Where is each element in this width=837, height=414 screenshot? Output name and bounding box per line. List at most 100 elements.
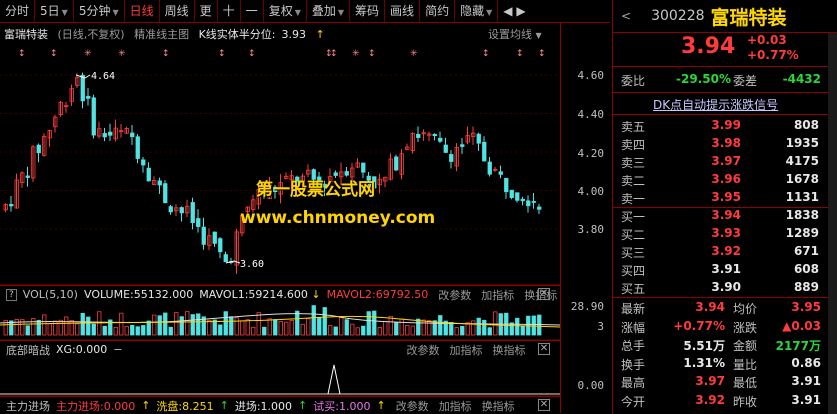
order-level-label: 买四 xyxy=(621,264,646,278)
signal-marker-icon: ↕ xyxy=(50,49,58,59)
volume-bar xyxy=(91,323,96,336)
volume-bar xyxy=(119,312,124,336)
switch-indicator-button[interactable]: 换指标 xyxy=(492,342,525,358)
toolbar-button[interactable]: 一 xyxy=(241,0,264,22)
change-param-button[interactable]: 改参数 xyxy=(406,342,439,358)
volume-bar xyxy=(388,315,393,336)
toolbar-button-label: 筹码 xyxy=(355,4,380,18)
bid-row[interactable]: 买二 3.93 1289 xyxy=(613,226,837,244)
volume-bar xyxy=(262,326,267,336)
stat-label: 涨跌 xyxy=(733,320,758,335)
toolbar-button-label: 十 xyxy=(222,4,235,18)
volume-bar xyxy=(333,326,338,336)
close-icon[interactable]: ✕ xyxy=(538,288,550,300)
volume-bar xyxy=(9,320,14,336)
mainforce-entry-value: 主力进场:0.000 xyxy=(56,399,136,413)
ask-row[interactable]: 卖四 3.98 1935 xyxy=(613,136,837,154)
volume-bar xyxy=(295,310,300,336)
volume-bar xyxy=(234,317,239,336)
add-indicator-button[interactable]: 加指标 xyxy=(439,398,472,414)
ask-row[interactable]: 卖三 3.97 4175 xyxy=(613,154,837,172)
candle-body xyxy=(223,254,228,263)
stat-row: 最高 3.97 最低 3.91 xyxy=(613,374,837,391)
stat-row: 今开 3.92 昨收 3.91 xyxy=(613,393,837,410)
stat-label: 金额 xyxy=(733,339,758,353)
axis-tick-volume: 28.90 xyxy=(570,300,604,313)
vol-volume: VOLUME:55132.000 xyxy=(84,288,193,301)
candle-body xyxy=(449,154,454,162)
candle-body xyxy=(498,171,503,175)
volume-bar xyxy=(449,322,454,336)
ask-row[interactable]: 卖二 3.96 1678 xyxy=(613,172,837,190)
bid-row[interactable]: 买四 3.91 608 xyxy=(613,262,837,280)
volume-bar xyxy=(223,311,228,336)
toolbar-button[interactable]: 隐藏 ▼ xyxy=(455,0,499,22)
switch-indicator-button[interactable]: 换指标 xyxy=(482,398,515,414)
ask-row[interactable]: 卖一 3.95 1131 xyxy=(613,190,837,208)
chevron-down-icon: ▼ xyxy=(337,8,345,17)
chevron-down-icon: ▼ xyxy=(61,8,68,17)
volume-bar xyxy=(289,319,294,336)
add-indicator-button[interactable]: 加指标 xyxy=(481,287,514,303)
toolbar-button[interactable]: 叠加 ▼ xyxy=(307,0,351,22)
change-param-button[interactable]: 改参数 xyxy=(396,398,429,414)
bid-row[interactable]: 买一 3.94 1838 xyxy=(613,208,837,226)
chevron-left-icon[interactable]: < xyxy=(621,9,631,23)
toolbar-button[interactable]: 日线 xyxy=(125,0,160,22)
volume-bar xyxy=(25,325,30,336)
toolbar-button[interactable]: 周线 xyxy=(160,0,195,22)
dash-icon: − xyxy=(113,343,123,356)
close-icon[interactable]: ✕ xyxy=(538,399,550,411)
signal-panel-header: 底部暗战 XG:0.000 − 改参数 加指标 换指标 ✕ xyxy=(0,340,560,358)
toolbar-button[interactable]: 5日 ▼ xyxy=(35,0,74,22)
weicha-label: 委差 xyxy=(733,74,758,88)
volume-bar xyxy=(141,325,146,336)
volume-bar xyxy=(113,326,118,336)
volume-bar xyxy=(47,323,52,336)
vol-mavol2-label: MAVOL2: xyxy=(326,288,376,301)
help-icon[interactable]: ? xyxy=(6,288,17,301)
scrollbar[interactable] xyxy=(828,33,837,414)
toolbar-button-label: 更 xyxy=(199,4,212,18)
chevron-left-icon[interactable]: ◀ xyxy=(503,4,512,18)
order-price: 3.95 xyxy=(711,190,741,204)
volume-bar xyxy=(421,319,426,336)
candle-body xyxy=(537,206,542,210)
close-icon[interactable]: ✕ xyxy=(538,343,550,355)
volume-bar xyxy=(300,323,305,336)
chevron-right-icon[interactable]: ▶ xyxy=(516,4,525,18)
order-price: 3.97 xyxy=(711,154,741,168)
signal-marker-icon: ↕ xyxy=(368,49,376,59)
toolbar-button[interactable]: 简约 xyxy=(420,0,456,22)
volume-bar xyxy=(36,319,41,336)
candle-body xyxy=(509,189,514,198)
signal-link[interactable]: DK点自动提示涨跌信号 xyxy=(653,96,778,113)
signal-spike xyxy=(327,364,341,395)
candle-body xyxy=(394,156,399,171)
volume-bar xyxy=(75,323,80,336)
toolbar-button[interactable]: 十 xyxy=(218,0,241,22)
volume-bar xyxy=(394,321,399,336)
candle-body xyxy=(163,183,168,204)
toolbar-button[interactable]: 分时 xyxy=(0,0,36,22)
add-indicator-button[interactable]: 加指标 xyxy=(449,342,482,358)
toolbar-button[interactable]: 筹码 xyxy=(350,0,386,22)
volume-bar xyxy=(399,318,404,336)
candle-body xyxy=(526,200,531,207)
bid-row[interactable]: 买三 3.92 671 xyxy=(613,244,837,262)
divider xyxy=(613,297,837,298)
toolbar-button[interactable]: 复权 ▼ xyxy=(264,0,307,22)
toolbar-button-label: 一 xyxy=(245,4,258,18)
toolbar-button[interactable]: 更 xyxy=(195,0,218,22)
change-param-button[interactable]: 改参数 xyxy=(438,287,471,303)
volume-bar xyxy=(471,320,476,336)
candle-body xyxy=(361,162,366,173)
toolbar-button[interactable]: 5分钟 ▼ xyxy=(74,0,125,22)
volume-bar xyxy=(86,316,91,336)
bid-row[interactable]: 买五 3.90 889 xyxy=(613,280,837,298)
order-volume: 608 xyxy=(793,262,819,276)
ask-row[interactable]: 卖五 3.99 808 xyxy=(613,118,837,136)
toolbar-button[interactable]: 画线 xyxy=(385,0,421,22)
watermark-title: 第一股票公式网 xyxy=(256,180,375,200)
stat-label: 均价 xyxy=(733,302,758,316)
